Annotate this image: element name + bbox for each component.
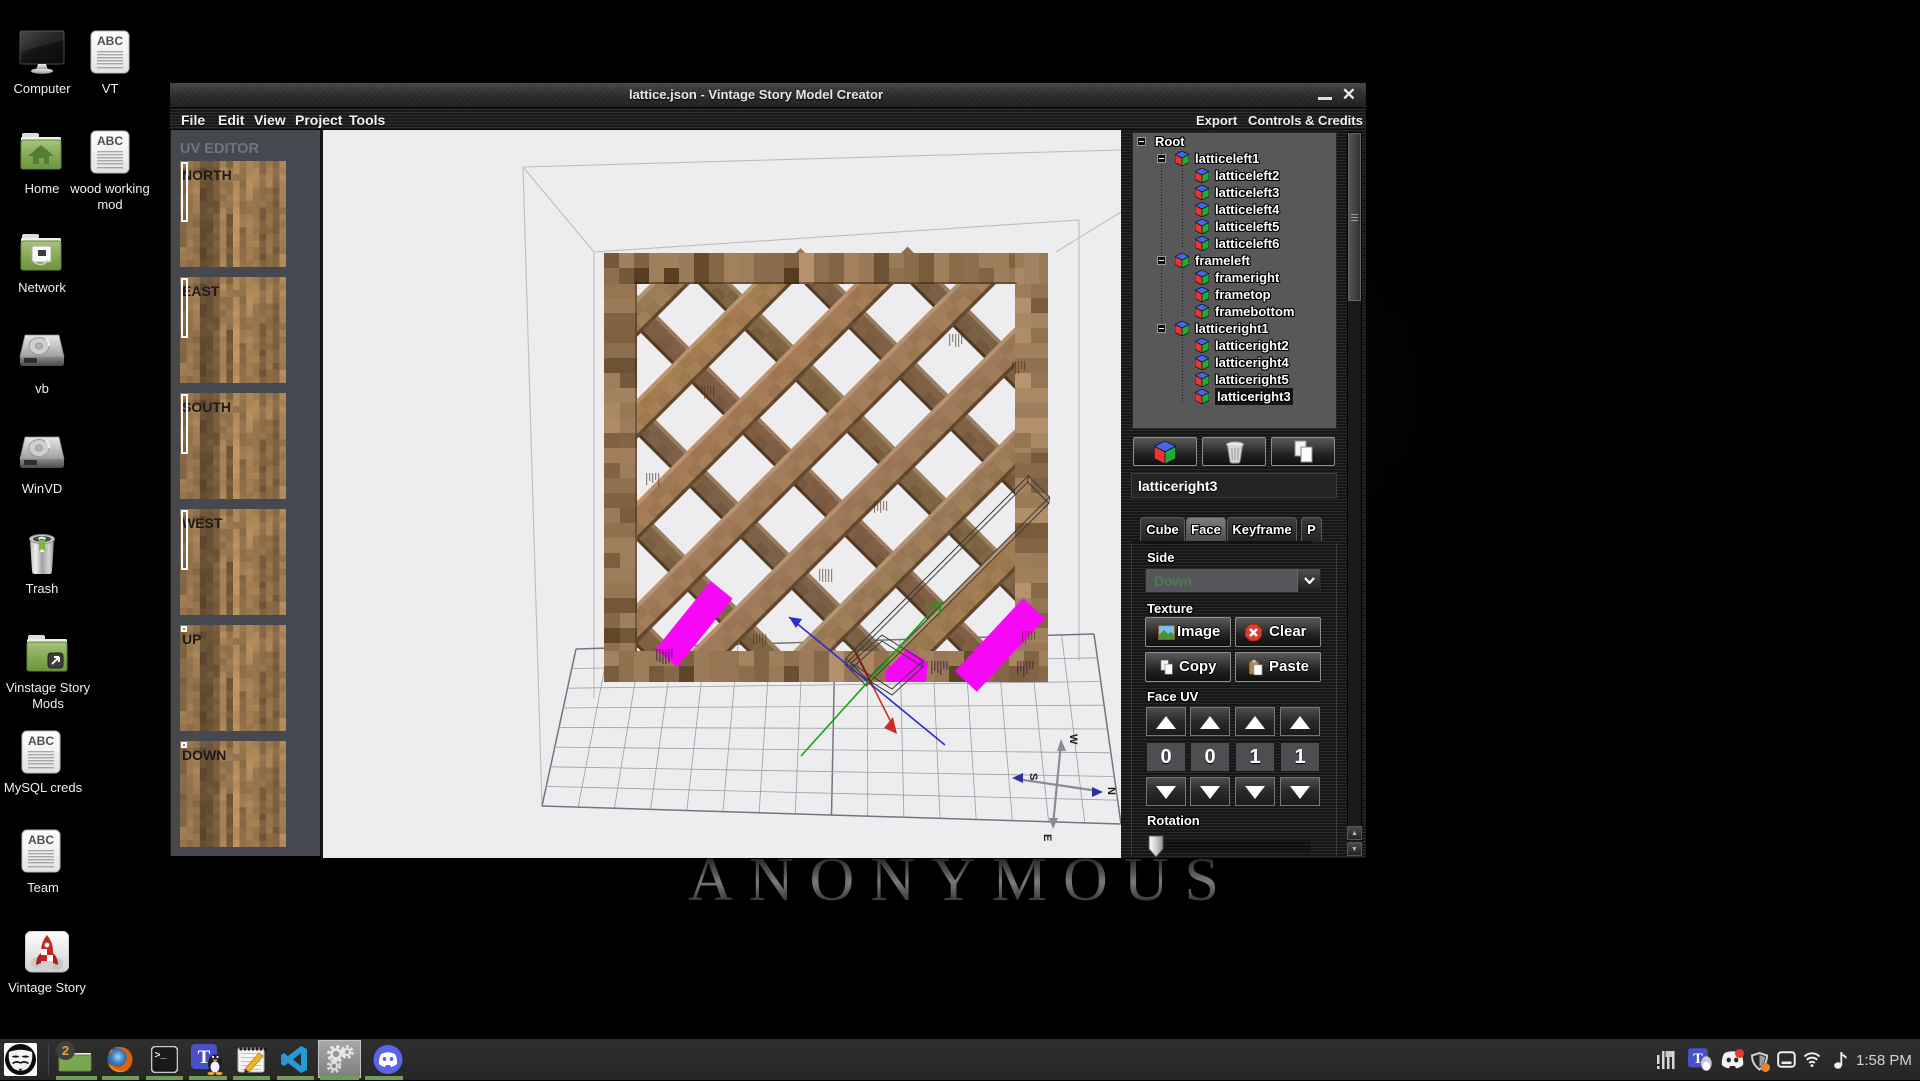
svg-text:N: N (1105, 787, 1117, 795)
svg-text:W: W (1067, 734, 1079, 745)
svg-text:S: S (1027, 773, 1039, 780)
svg-text:ABC: ABC (28, 833, 54, 847)
svg-text:ABC: ABC (97, 34, 123, 48)
svg-text:E: E (1041, 834, 1053, 841)
svg-text:>_: >_ (155, 1051, 168, 1062)
svg-text:ABC: ABC (97, 134, 123, 148)
svg-text:ABC: ABC (28, 734, 54, 748)
